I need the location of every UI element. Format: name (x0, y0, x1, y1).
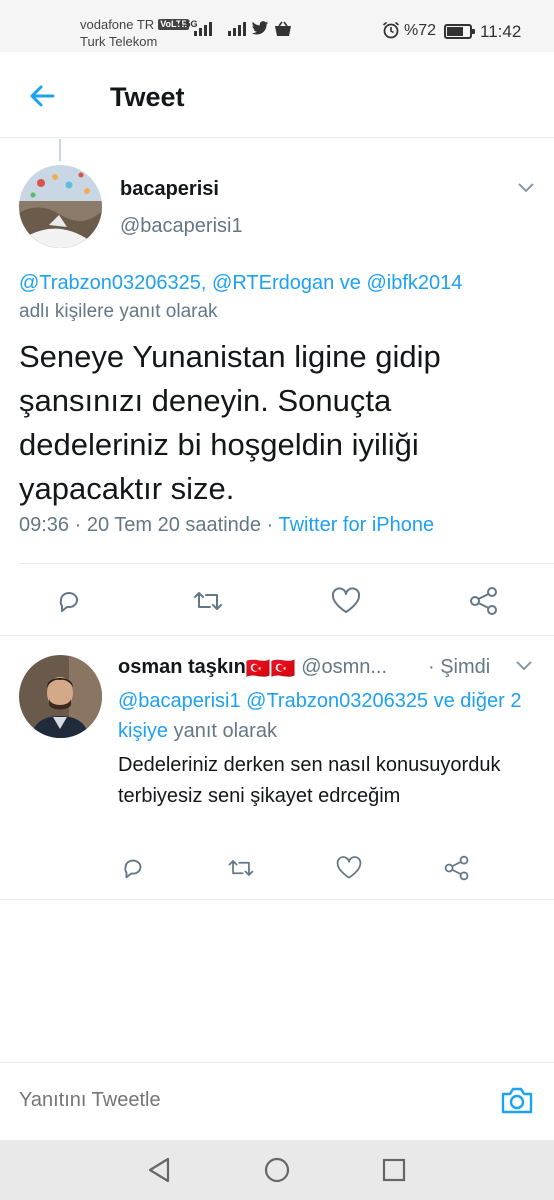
chevron-down-icon[interactable] (514, 659, 534, 673)
reply-mentions[interactable]: @Trabzon03206325, @RTErdogan ve @ibfk201… (19, 272, 462, 294)
nav-recents-icon[interactable] (381, 1156, 407, 1184)
turkey-flag-emoji: 🇹🇷🇹🇷 (245, 658, 296, 680)
share-icon[interactable] (468, 586, 500, 616)
divider (19, 563, 554, 564)
reply-compose-input[interactable] (19, 1089, 459, 1112)
reply-suffix: adlı kişilere yanıt olarak (19, 301, 218, 322)
tweet-meta: 09:36 · 20 Tem 20 saatinde · Twitter for… (19, 514, 435, 536)
alarm-icon (382, 21, 400, 39)
reply-time: · Şimdi (428, 656, 491, 678)
reply-suffix: yanıt olarak (173, 720, 277, 742)
thread-line (59, 139, 61, 161)
reply-handle[interactable]: @osmn... (301, 656, 387, 678)
signal-strength-2-icon (228, 20, 246, 36)
shopping-bag-icon (275, 21, 291, 36)
tweet-source[interactable]: Twitter for iPhone (278, 514, 434, 536)
battery-icon (444, 24, 475, 39)
tweet-date: 20 Tem 20 saatinde (86, 514, 262, 536)
reply-icon[interactable] (54, 586, 84, 616)
like-icon[interactable] (330, 586, 362, 616)
app-header: Tweet (0, 52, 554, 138)
tweet-text: Seneye Yunanistan ligine gidip şansınızı… (19, 339, 441, 506)
reply-actions (0, 850, 554, 886)
reply-time-value: Şimdi (440, 656, 491, 678)
system-nav-bar (0, 1140, 554, 1200)
camera-icon[interactable] (500, 1085, 534, 1115)
back-arrow-icon[interactable] (28, 82, 56, 110)
reply-text: Dedeleriniz derken sen nasıl konusuyordu… (118, 754, 501, 807)
share-icon[interactable] (443, 854, 471, 882)
retweet-icon[interactable] (226, 854, 256, 882)
divider (0, 899, 554, 900)
divider (0, 635, 554, 636)
avatar-balloons-image (19, 165, 102, 248)
reply-icon[interactable] (119, 854, 147, 882)
reply-context: @Trabzon03206325, @RTErdogan ve @ibfk201… (19, 269, 539, 326)
tweet-time: 09:36 (19, 514, 70, 536)
reply-avatar-image (19, 655, 102, 738)
nav-home-icon[interactable] (263, 1156, 291, 1184)
compose-bar (0, 1062, 554, 1140)
reply-header: osman taşkın🇹🇷🇹🇷 @osmn... · Şimdi (118, 656, 538, 681)
carrier-name-1: vodafone TR (80, 17, 155, 32)
carrier-name-2: Turk Telekom (80, 34, 158, 49)
twitter-notification-icon (251, 21, 269, 35)
page-title: Tweet (110, 82, 185, 112)
status-bar: vodafone TR VoLTE Turk Telekom 4.5G %72 1… (0, 0, 554, 52)
reply-display-name[interactable]: osman taşkın (118, 656, 246, 678)
like-icon[interactable] (335, 854, 363, 882)
status-time: 11:42 (480, 22, 522, 41)
user-handle[interactable]: @bacaperisi1 (120, 215, 243, 238)
battery-percent: %72 (404, 22, 437, 39)
avatar[interactable] (19, 165, 102, 248)
display-name[interactable]: bacaperisi (120, 178, 219, 201)
nav-back-icon[interactable] (146, 1156, 172, 1184)
retweet-icon[interactable] (191, 586, 225, 616)
tweet-actions (0, 580, 554, 620)
carrier-info: vodafone TR VoLTE Turk Telekom (80, 16, 190, 50)
reply-context: @bacaperisi1 @Trabzon03206325 ve diğer 2… (118, 686, 528, 746)
reply-avatar[interactable] (19, 655, 102, 738)
chevron-down-icon[interactable] (516, 181, 536, 195)
signal-strength-icon (194, 20, 212, 36)
